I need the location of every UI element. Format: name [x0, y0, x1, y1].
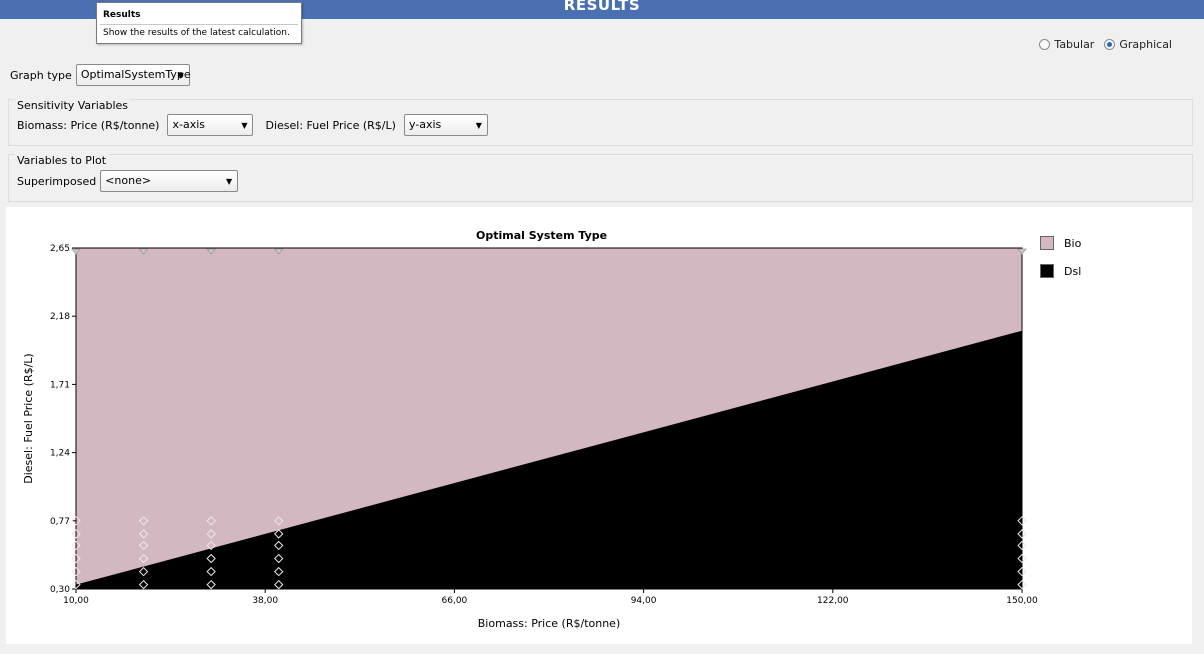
x-tick-label: 38,00 — [252, 596, 278, 606]
x-tick-label: 150,00 — [1006, 596, 1038, 606]
diesel-axis-value: y-axis — [408, 118, 442, 131]
graph-type-row: Graph type OptimalSystemType ▼ — [10, 64, 191, 86]
y-tick-label: 0,30 — [50, 585, 70, 595]
y-tick-label: 2,65 — [50, 244, 70, 254]
sensitivity-variables-legend: Sensitivity Variables — [15, 99, 131, 112]
results-tooltip: Results Show the results of the latest c… — [96, 2, 302, 44]
y-tick-label: 1,71 — [50, 380, 70, 390]
x-tick-label: 66,00 — [442, 596, 468, 606]
y-tick-label: 1,24 — [50, 449, 70, 459]
y-tick-label: 0,77 — [50, 517, 70, 527]
optimal-system-type-chart[interactable]: 10,00 38,00 66,00 94,00 122,00 150,00 0,30 0,77… — [6, 207, 1192, 644]
graph-type-value: OptimalSystemType — [80, 68, 191, 81]
superimposed-label: Superimposed — [17, 174, 97, 188]
sensitivity-row: Biomass: Price (R$/tonne) x-axis ▼ Diese… — [17, 114, 488, 136]
diesel-price-label: Diesel: Fuel Price (R$/L) — [265, 118, 396, 132]
graph-type-label: Graph type — [10, 68, 72, 82]
x-tick-label: 122,00 — [817, 596, 849, 606]
chevron-down-icon: ▼ — [177, 71, 184, 80]
chevron-down-icon: ▼ — [226, 177, 233, 186]
legend-swatch-bio — [1040, 236, 1054, 250]
tabular-label[interactable]: Tabular — [1054, 38, 1094, 51]
graphical-radio[interactable] — [1104, 39, 1116, 50]
view-toggle: Tabular Graphical — [1039, 38, 1178, 51]
legend-label-dsl: Dsl — [1064, 264, 1082, 278]
tooltip-divider — [100, 24, 298, 25]
superimposed-value: <none> — [105, 174, 152, 187]
chevron-down-icon: ▼ — [241, 121, 248, 130]
graphical-label[interactable]: Graphical — [1119, 38, 1172, 51]
chevron-down-icon: ▼ — [475, 121, 482, 130]
legend-item-dsl: Dsl — [1040, 257, 1081, 285]
variables-to-plot-group: Variables to Plot Superimposed <none> ▼ — [8, 154, 1193, 202]
tooltip-text: Show the results of the latest calculati… — [103, 28, 290, 38]
diesel-axis-select[interactable]: y-axis ▼ — [403, 114, 488, 136]
superimposed-select[interactable]: <none> ▼ — [100, 170, 239, 192]
tabular-radio[interactable] — [1039, 39, 1051, 50]
y-axis-label: Diesel: Fuel Price (R$/L) — [22, 353, 35, 483]
tooltip-title: Results — [103, 10, 141, 20]
biomass-axis-value: x-axis — [172, 118, 205, 131]
legend-swatch-dsl — [1040, 264, 1054, 278]
x-tick-label: 94,00 — [631, 596, 657, 606]
chart-legend: Bio Dsl — [1040, 229, 1081, 285]
biomass-axis-select[interactable]: x-axis ▼ — [167, 114, 254, 136]
variables-to-plot-legend: Variables to Plot — [15, 154, 109, 167]
x-axis-label: Biomass: Price (R$/tonne) — [478, 617, 620, 630]
superimposed-row: Superimposed <none> ▼ — [17, 170, 239, 192]
y-tick-label: 2,18 — [50, 312, 70, 322]
graph-type-select[interactable]: OptimalSystemType ▼ — [75, 64, 191, 86]
sensitivity-variables-group: Sensitivity Variables Biomass: Price (R$… — [8, 99, 1193, 146]
biomass-price-label: Biomass: Price (R$/tonne) — [17, 118, 160, 132]
chart-panel: Optimal System Type 10,00 38,00 66,00 94,00… — [6, 207, 1192, 644]
legend-item-bio: Bio — [1040, 229, 1081, 257]
x-tick-label: 10,00 — [63, 596, 89, 606]
legend-label-bio: Bio — [1064, 236, 1082, 250]
